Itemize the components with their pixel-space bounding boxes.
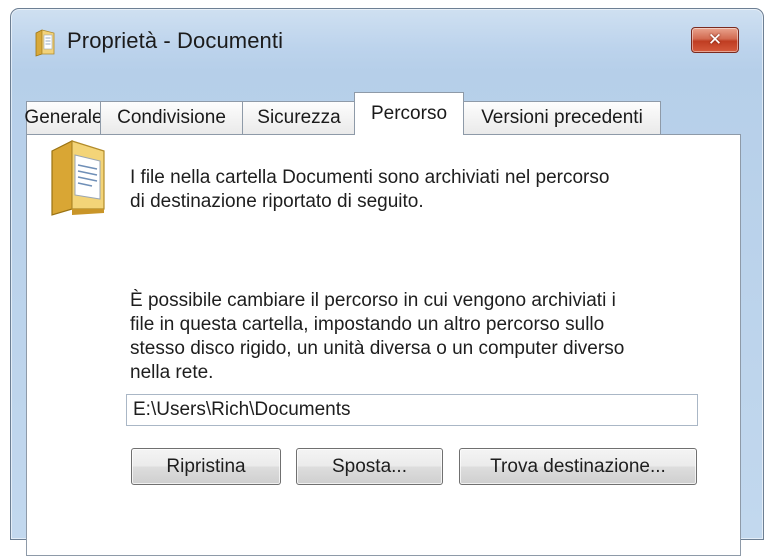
tab-label: Sicurezza: [257, 107, 341, 128]
tab-bar: Generale Condivisione Sicurezza Percorso…: [24, 89, 766, 135]
tab-label: Versioni precedenti: [481, 107, 643, 128]
tab-label: Percorso: [370, 103, 448, 124]
folder-icon: [35, 29, 55, 57]
documents-folder-icon: [51, 140, 105, 216]
info-line-3: stesso disco rigido, un unità diversa o …: [130, 338, 625, 359]
info-line-1: È possibile cambiare il percorso in cui …: [130, 290, 616, 311]
window-title: Proprietà - Documenti: [67, 28, 284, 53]
find-target-button[interactable]: Trova destinazione...: [459, 448, 697, 485]
title-bar[interactable]: Proprietà - Documenti ✕: [11, 9, 763, 73]
move-button[interactable]: Sposta...: [296, 448, 443, 485]
tab-label: Condivisione: [117, 107, 226, 128]
info-line-4: nella rete.: [130, 362, 214, 383]
tab-condivisione[interactable]: Condivisione: [100, 101, 243, 134]
close-icon: ✕: [707, 30, 723, 50]
close-button[interactable]: ✕: [691, 27, 739, 53]
tab-versioni-precedenti[interactable]: Versioni precedenti: [463, 101, 661, 134]
tab-label: Generale: [24, 107, 103, 128]
tab-generale[interactable]: Generale: [24, 101, 103, 134]
path-input[interactable]: [126, 394, 698, 426]
tab-sicurezza[interactable]: Sicurezza: [242, 101, 356, 134]
tab-percorso[interactable]: Percorso: [354, 92, 464, 135]
intro-line-1: I file nella cartella Documenti sono arc…: [130, 167, 610, 188]
intro-line-2: di destinazione riportato di seguito.: [130, 191, 424, 212]
info-line-2: file in questa cartella, impostando un a…: [130, 314, 605, 335]
restore-button[interactable]: Ripristina: [131, 448, 281, 485]
